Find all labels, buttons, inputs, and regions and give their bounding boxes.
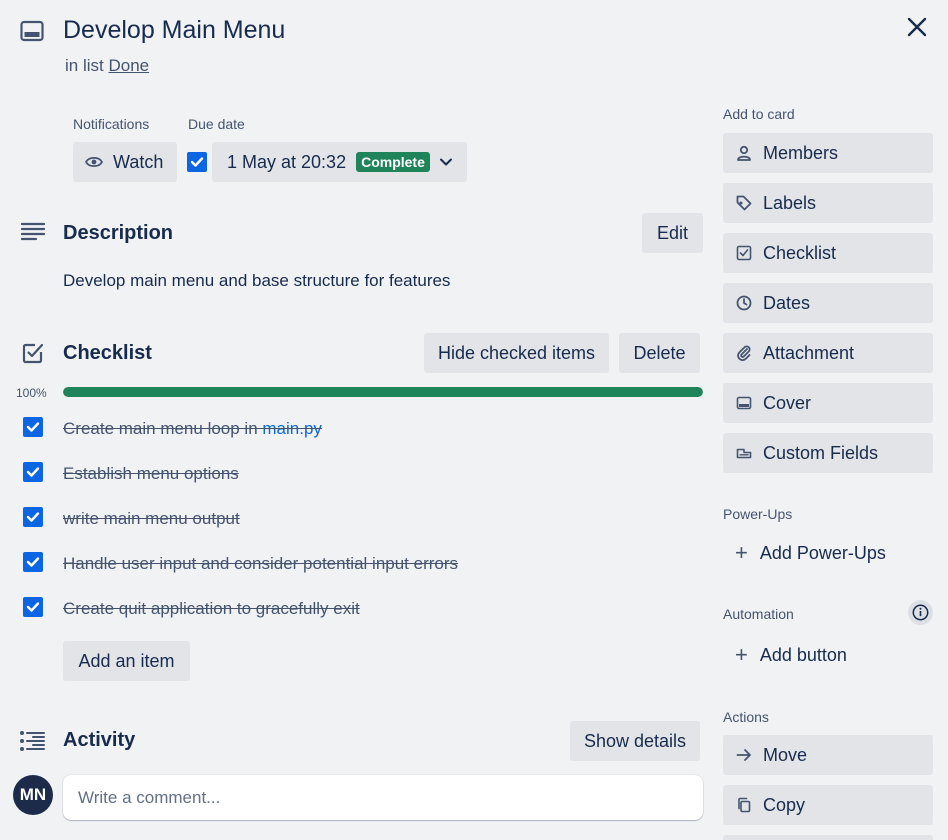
watch-button[interactable]: Watch — [73, 142, 177, 182]
add-item-button[interactable]: Add an item — [63, 641, 190, 681]
watch-label: Watch — [113, 151, 164, 172]
list-prefix: in list — [65, 56, 104, 75]
copy-icon — [735, 796, 753, 814]
checklist-item[interactable]: Handle user input and consider potential… — [63, 554, 458, 574]
hide-checked-button[interactable]: Hide checked items — [424, 333, 609, 373]
info-icon[interactable] — [908, 600, 933, 625]
checklist-item-checkbox[interactable] — [23, 462, 43, 482]
checklist-icon — [21, 341, 45, 365]
members-label: Members — [763, 142, 839, 163]
list-link[interactable]: Done — [108, 56, 149, 75]
copy-label: Copy — [763, 794, 806, 815]
due-date-value: 1 May at 20:32 — [227, 151, 347, 172]
labels-label: Labels — [763, 192, 817, 213]
checklist-item-checkbox[interactable] — [23, 417, 43, 437]
members-button[interactable]: Members — [723, 133, 933, 173]
clock-icon — [735, 294, 753, 312]
plus-icon: + — [735, 642, 748, 667]
attachment-label: Attachment — [763, 342, 855, 363]
next-action-button[interactable] — [723, 835, 933, 840]
attachment-button[interactable]: Attachment — [723, 333, 933, 373]
list-info: in list Done — [65, 56, 149, 76]
edit-description-button[interactable]: Edit — [642, 213, 703, 253]
checklist-item-text: Create main menu loop in — [63, 419, 263, 438]
tag-icon — [735, 194, 753, 212]
checklist-label: Checklist — [763, 242, 837, 263]
checklist-item[interactable]: Establish menu options — [63, 464, 239, 484]
description-icon — [21, 222, 45, 242]
notifications-label: Notifications — [73, 116, 150, 132]
activity-icon — [19, 730, 45, 752]
due-date-checkbox[interactable] — [187, 152, 207, 172]
delete-checklist-button[interactable]: Delete — [619, 333, 700, 373]
dates-button[interactable]: Dates — [723, 283, 933, 323]
custom-fields-icon — [735, 444, 753, 462]
comment-placeholder: Write a comment... — [78, 787, 221, 807]
move-button[interactable]: Move — [723, 735, 933, 775]
description-title: Description — [63, 222, 174, 244]
checklist-item[interactable]: Create quit application to gracefully ex… — [63, 599, 360, 619]
checklist-item[interactable]: write main menu output — [63, 509, 240, 529]
show-details-button[interactable]: Show details — [570, 721, 700, 761]
automation-label: Automation — [723, 606, 794, 622]
checklist-item-checkbox[interactable] — [23, 552, 43, 572]
card-icon — [20, 20, 44, 42]
cover-label: Cover — [763, 392, 812, 413]
edit-label: Edit — [656, 222, 689, 243]
main-py-link[interactable]: main.py — [262, 419, 322, 438]
due-date-label: Due date — [188, 116, 245, 132]
add-to-card-label: Add to card — [723, 106, 795, 122]
actions-label: Actions — [723, 709, 769, 725]
close-icon[interactable] — [904, 14, 930, 40]
chevron-down-icon — [439, 157, 453, 167]
progress-fill — [63, 387, 703, 397]
avatar[interactable]: MN — [13, 775, 53, 815]
add-button-label: Add button — [759, 644, 847, 665]
progress-percent: 100% — [16, 386, 47, 400]
add-power-ups-button[interactable]: + Add Power-Ups — [723, 533, 933, 573]
labels-button[interactable]: Labels — [723, 183, 933, 223]
eye-icon — [85, 155, 103, 169]
comment-input[interactable]: Write a comment... — [63, 775, 703, 820]
arrow-right-icon — [735, 746, 753, 764]
delete-label: Delete — [633, 342, 686, 363]
show-details-label: Show details — [583, 730, 687, 751]
power-ups-label: Power-Ups — [723, 506, 793, 522]
custom-fields-label: Custom Fields — [763, 442, 879, 463]
paperclip-icon — [735, 344, 753, 362]
checklist-title[interactable]: Checklist — [63, 342, 152, 365]
move-label: Move — [763, 744, 808, 765]
complete-badge: Complete — [356, 152, 430, 172]
dates-label: Dates — [763, 292, 811, 313]
add-button-button[interactable]: + Add button — [723, 635, 933, 675]
due-date-button[interactable]: 1 May at 20:32 Complete — [212, 142, 467, 182]
checklist-item-checkbox[interactable] — [23, 597, 43, 617]
person-icon — [735, 144, 753, 162]
activity-title: Activity — [63, 729, 136, 751]
checklist-icon — [735, 244, 753, 262]
cover-icon — [735, 394, 753, 412]
checklist-item-checkbox[interactable] — [23, 507, 43, 527]
description-text[interactable]: Develop main menu and base structure for… — [63, 271, 450, 291]
copy-button[interactable]: Copy — [723, 785, 933, 825]
progress-track — [63, 387, 703, 397]
add-power-ups-label: Add Power-Ups — [759, 542, 886, 563]
card-title[interactable]: Develop Main Menu — [63, 16, 285, 45]
custom-fields-button[interactable]: Custom Fields — [723, 433, 933, 473]
checklist-button[interactable]: Checklist — [723, 233, 933, 273]
plus-icon: + — [735, 540, 748, 565]
checklist-item[interactable]: Create main menu loop in main.py — [63, 419, 322, 439]
add-item-label: Add an item — [78, 650, 175, 671]
hide-checked-label: Hide checked items — [437, 342, 596, 363]
cover-button[interactable]: Cover — [723, 383, 933, 423]
